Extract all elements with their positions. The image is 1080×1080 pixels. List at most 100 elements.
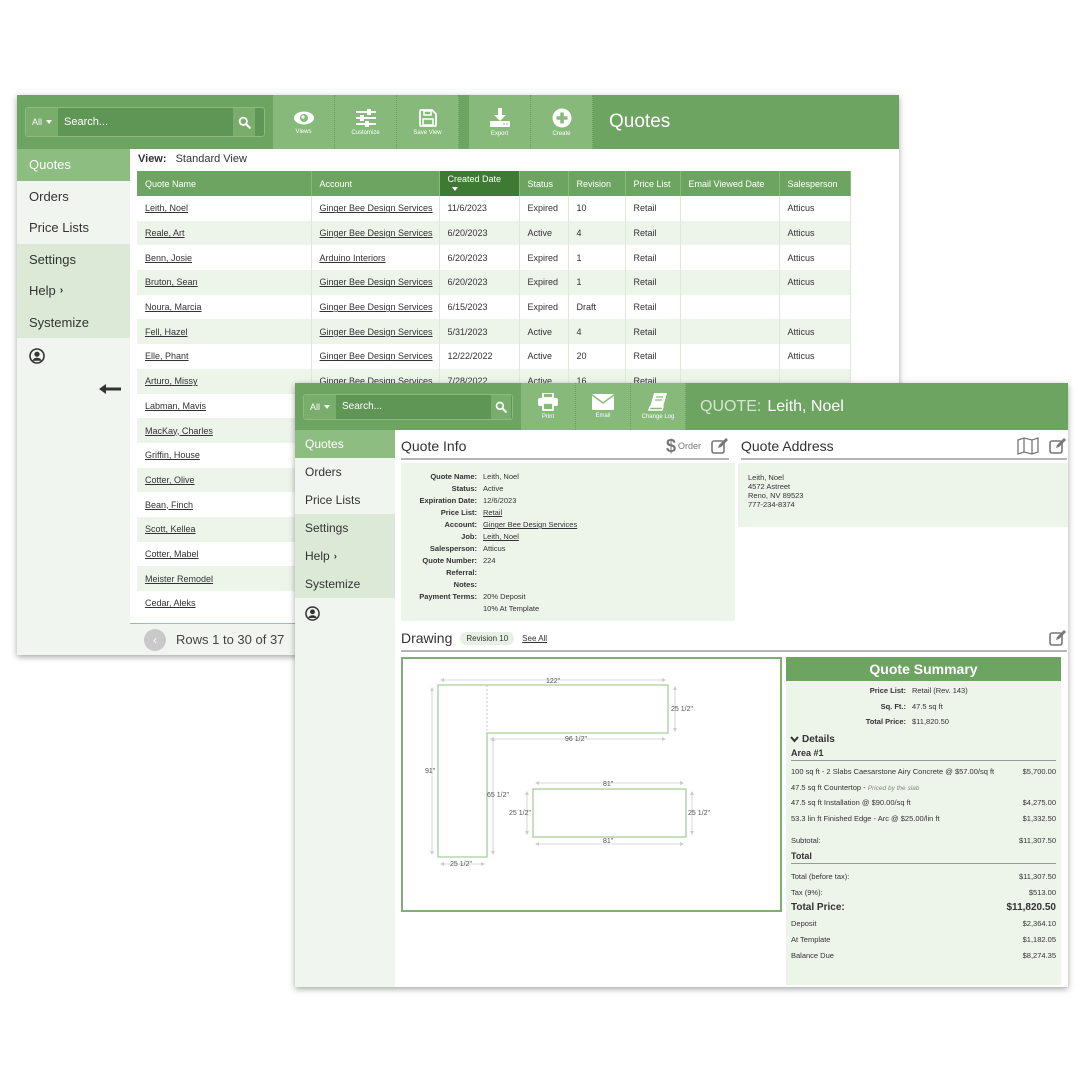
see-all-link[interactable]: See All bbox=[522, 634, 547, 643]
table-cell: 5/31/2023 bbox=[439, 319, 520, 345]
search-button[interactable] bbox=[233, 108, 256, 136]
edit-icon[interactable] bbox=[1049, 438, 1067, 454]
column-header[interactable]: Salesperson bbox=[779, 171, 851, 196]
quote-name-link[interactable]: MacKay, Charles bbox=[145, 426, 213, 436]
column-header[interactable]: Quote Name bbox=[137, 171, 312, 196]
convert-to-order-button[interactable]: $ Order bbox=[666, 436, 701, 457]
collapse-sidebar-button[interactable] bbox=[99, 381, 121, 399]
quote-name-link[interactable]: Griffin, House bbox=[145, 450, 200, 460]
quote-name-link[interactable]: Labman, Mavis bbox=[145, 401, 206, 411]
sidebar-item-help[interactable]: Help › bbox=[17, 275, 130, 307]
export-button[interactable]: Export bbox=[469, 95, 531, 149]
user-menu[interactable] bbox=[17, 338, 130, 369]
quote-name-link[interactable]: Scott, Kellea bbox=[145, 524, 196, 534]
customize-button[interactable]: Customize bbox=[335, 95, 397, 149]
sidebar-item-systemize[interactable]: Systemize bbox=[295, 570, 395, 598]
column-header[interactable]: Revision bbox=[568, 171, 626, 196]
sidebar-item-quotes[interactable]: Quotes bbox=[17, 149, 130, 181]
quote-name-link[interactable]: Noura, Marcia bbox=[145, 302, 202, 312]
print-button[interactable]: Print bbox=[521, 383, 576, 430]
create-button[interactable]: Create bbox=[531, 95, 593, 149]
revision-badge: Revision 10 bbox=[460, 631, 515, 645]
account-link[interactable]: Ginger Bee Design Services bbox=[320, 327, 433, 337]
cell-value: Atticus bbox=[787, 326, 815, 337]
table-cell: Active bbox=[519, 344, 569, 369]
change-log-button[interactable]: Change Log bbox=[631, 383, 686, 430]
column-header[interactable]: Account bbox=[311, 171, 440, 196]
details-toggle[interactable]: Details bbox=[790, 734, 1061, 745]
field-link[interactable]: Leith, Noel bbox=[483, 531, 735, 543]
sidebar-item-price-lists[interactable]: Price Lists bbox=[17, 212, 130, 244]
search-button[interactable] bbox=[491, 394, 512, 419]
column-header[interactable]: Status bbox=[519, 171, 569, 196]
sidebar-item-label: Settings bbox=[29, 251, 76, 267]
field-value bbox=[483, 579, 735, 591]
edit-icon[interactable] bbox=[1049, 630, 1067, 646]
table-row[interactable]: Fell, Hazel Ginger Bee Design Services 5/3… bbox=[137, 319, 851, 345]
quote-name-link[interactable]: Reale, Art bbox=[145, 228, 185, 238]
table-row[interactable]: Noura, Marcia Ginger Bee Design Services 6… bbox=[137, 294, 851, 320]
table-cell: Retail bbox=[625, 245, 681, 271]
quote-name-link[interactable]: Cotter, Olive bbox=[145, 475, 195, 485]
sidebar-item-settings[interactable]: Settings bbox=[295, 514, 395, 542]
previous-page-button[interactable]: ‹ bbox=[144, 628, 166, 651]
quote-name-link[interactable]: Elle, Phant bbox=[145, 351, 189, 361]
search-input[interactable] bbox=[336, 401, 492, 412]
caret-down-icon bbox=[46, 120, 53, 124]
account-link[interactable]: Ginger Bee Design Services bbox=[320, 228, 433, 238]
quote-name-link[interactable]: Cotter, Mabel bbox=[145, 549, 199, 559]
quote-detail-window: All Print Email Change Log QUOTE: Leith,… bbox=[295, 383, 1068, 987]
account-link[interactable]: Arduino Interiors bbox=[320, 253, 386, 263]
quote-name-link[interactable]: Fell, Hazel bbox=[145, 327, 188, 337]
search-scope-dropdown[interactable]: All bbox=[304, 394, 337, 419]
sidebar-item-label: Quotes bbox=[29, 157, 71, 173]
account-link[interactable]: Ginger Bee Design Services bbox=[320, 277, 433, 287]
account-link[interactable]: Ginger Bee Design Services bbox=[320, 203, 433, 213]
sidebar-item-help[interactable]: Help › bbox=[295, 542, 395, 570]
column-header[interactable]: Created Date bbox=[439, 171, 520, 196]
quote-name-link[interactable]: Cedar, Aleks bbox=[145, 598, 196, 608]
map-icon[interactable] bbox=[1017, 437, 1039, 455]
table-row[interactable]: Benn, Josie Arduino Interiors 6/20/2023 Exp… bbox=[137, 245, 851, 271]
sidebar-item-settings[interactable]: Settings bbox=[17, 243, 130, 275]
chevron-left-icon: ‹ bbox=[153, 632, 157, 647]
envelope-icon bbox=[592, 394, 614, 410]
field-link[interactable]: Retail bbox=[483, 507, 735, 519]
table-row[interactable]: Bruton, Sean Ginger Bee Design Services 6/… bbox=[137, 270, 851, 295]
save-view-button[interactable]: Save View bbox=[397, 95, 459, 149]
column-header[interactable]: Price List bbox=[625, 171, 681, 196]
account-link[interactable]: Ginger Bee Design Services bbox=[320, 302, 433, 312]
line-item-amount: $4,275.00 bbox=[1022, 798, 1056, 808]
summary-value: Retail (Rev. 143) bbox=[912, 686, 968, 695]
user-menu[interactable] bbox=[295, 598, 395, 626]
dollar-icon: $ bbox=[665, 435, 676, 456]
quote-name-link[interactable]: Leith, Noel bbox=[145, 203, 188, 213]
column-header[interactable]: Email Viewed Date bbox=[680, 171, 780, 196]
quote-name-link[interactable]: Benn, Josie bbox=[145, 253, 192, 263]
sidebar-item-orders[interactable]: Orders bbox=[295, 458, 395, 486]
title-prefix: QUOTE: bbox=[700, 397, 762, 415]
sidebar-item-orders[interactable]: Orders bbox=[17, 180, 130, 212]
sidebar-item-systemize[interactable]: Systemize bbox=[17, 306, 130, 338]
countertop-drawing[interactable]: 122" 25 1/2" 96 1/2" 91" 65 1/2" 25 1/2"… bbox=[401, 657, 782, 912]
line-item-amount: $5,700.00 bbox=[1022, 766, 1056, 776]
email-button[interactable]: Email bbox=[576, 383, 631, 430]
quote-name-link[interactable]: Bean, Finch bbox=[145, 500, 193, 510]
views-button[interactable]: Views bbox=[273, 95, 335, 149]
table-row[interactable]: Reale, Art Ginger Bee Design Services 6/20… bbox=[137, 220, 851, 246]
view-selector[interactable]: View: Standard View bbox=[130, 149, 899, 171]
search-scope-dropdown[interactable]: All bbox=[26, 108, 59, 136]
field-link[interactable]: Ginger Bee Design Services bbox=[483, 519, 735, 531]
cell-value: 6/20/2023 bbox=[447, 277, 488, 288]
table-cell: 6/15/2023 bbox=[439, 294, 520, 320]
sidebar-item-quotes[interactable]: Quotes bbox=[295, 430, 395, 458]
quote-name-link[interactable]: Arturo, Missy bbox=[145, 376, 198, 386]
account-link[interactable]: Ginger Bee Design Services bbox=[320, 351, 433, 361]
quote-name-link[interactable]: Meister Remodel bbox=[145, 574, 213, 584]
quote-name-link[interactable]: Bruton, Sean bbox=[145, 277, 198, 287]
table-row[interactable]: Leith, Noel Ginger Bee Design Services 11/… bbox=[137, 196, 851, 221]
edit-icon[interactable] bbox=[711, 438, 729, 454]
search-input[interactable] bbox=[58, 116, 234, 128]
table-row[interactable]: Elle, Phant Ginger Bee Design Services 12/… bbox=[137, 344, 851, 369]
sidebar-item-price-lists[interactable]: Price Lists bbox=[295, 486, 395, 514]
